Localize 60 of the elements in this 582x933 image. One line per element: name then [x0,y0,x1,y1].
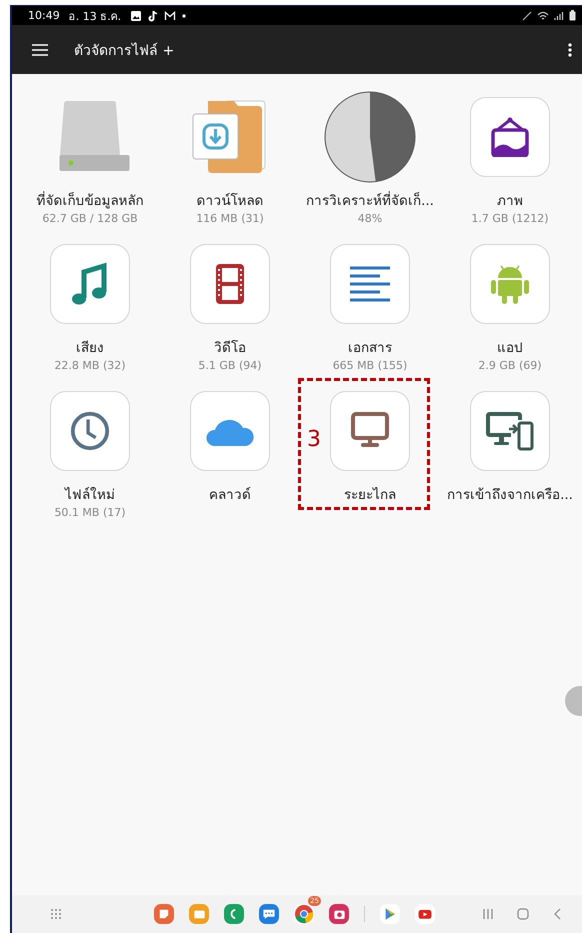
video-app-icon[interactable] [415,904,435,924]
category-detail: 665 MB (155) [332,359,408,372]
category-detail: 2.9 GB (69) [478,359,542,372]
store-app-icon[interactable] [380,904,400,924]
category-label: ภาพ [497,192,523,211]
folder-app-icon[interactable] [189,904,209,924]
recent-apps-icon[interactable] [482,908,494,920]
category-detail: 22.8 MB (32) [54,359,126,372]
clock-icon [69,410,111,452]
film-strip-icon [214,262,246,306]
recent-tile[interactable] [50,391,130,471]
camera-app-icon[interactable] [329,904,349,924]
chat-app-icon[interactable] [259,904,279,924]
images-tile[interactable] [470,97,550,177]
battery-icon [569,10,576,21]
cloud-tile[interactable] [190,391,270,471]
category-label: ไฟล์ใหม่ [65,486,115,505]
audio-tile[interactable] [50,244,130,324]
pen-icon [522,10,532,20]
signal-icon [554,10,564,20]
category-detail: 5.1 GB (94) [198,359,262,372]
category-detail: 62.7 GB / 128 GB [42,212,138,225]
pie-chart-icon[interactable] [324,91,416,183]
home-icon[interactable] [517,908,529,920]
category-label: การวิเคราะห์ที่จัดเก็... [306,190,434,211]
menu-icon[interactable] [32,44,48,56]
status-time: 10:49 [28,9,60,22]
category-label: คลาวด์ [209,486,251,505]
phone-app-icon[interactable] [224,904,244,924]
app-grid-icon[interactable] [50,908,62,920]
mail-icon [164,10,176,22]
browser-app-icon[interactable] [294,904,314,924]
category-label: แอป [497,339,523,358]
category-label: ระยะไกล [344,486,396,505]
category-label: การเข้าถึงจากเครือ... [447,486,573,505]
notes-app-icon[interactable] [154,904,174,924]
dot-icon [181,12,188,18]
category-detail: 48% [358,212,382,225]
wifi-icon [537,10,549,20]
category-detail: 116 MB (31) [196,212,264,225]
status-date: อ. 13 ธ.ค. [68,8,122,24]
category-label: ดาวน์โหลด [196,192,264,211]
more-options-icon[interactable] [568,42,572,56]
category-detail: 50.1 MB (17) [54,506,126,519]
network-tile[interactable] [470,391,550,471]
category-label: วิดีโอ [214,339,246,358]
documents-tile[interactable] [330,244,410,324]
annotation-number: 3 [307,427,321,452]
category-label: ที่จัดเก็บข้อมูลหลัก [36,190,144,211]
category-label: เสียง [76,339,104,358]
computer-to-phone-icon [485,411,535,451]
remote-tile[interactable] [330,391,410,471]
gallery-icon [130,10,142,22]
apps-tile[interactable] [470,244,550,324]
video-tile[interactable] [190,244,270,324]
category-detail: 1.7 GB (1212) [471,212,549,225]
app-title: ตัวจัดการไฟล์ + [74,42,174,60]
text-lines-icon [349,266,391,302]
category-label: เอกสาร [348,339,392,358]
note-icon [147,10,160,22]
